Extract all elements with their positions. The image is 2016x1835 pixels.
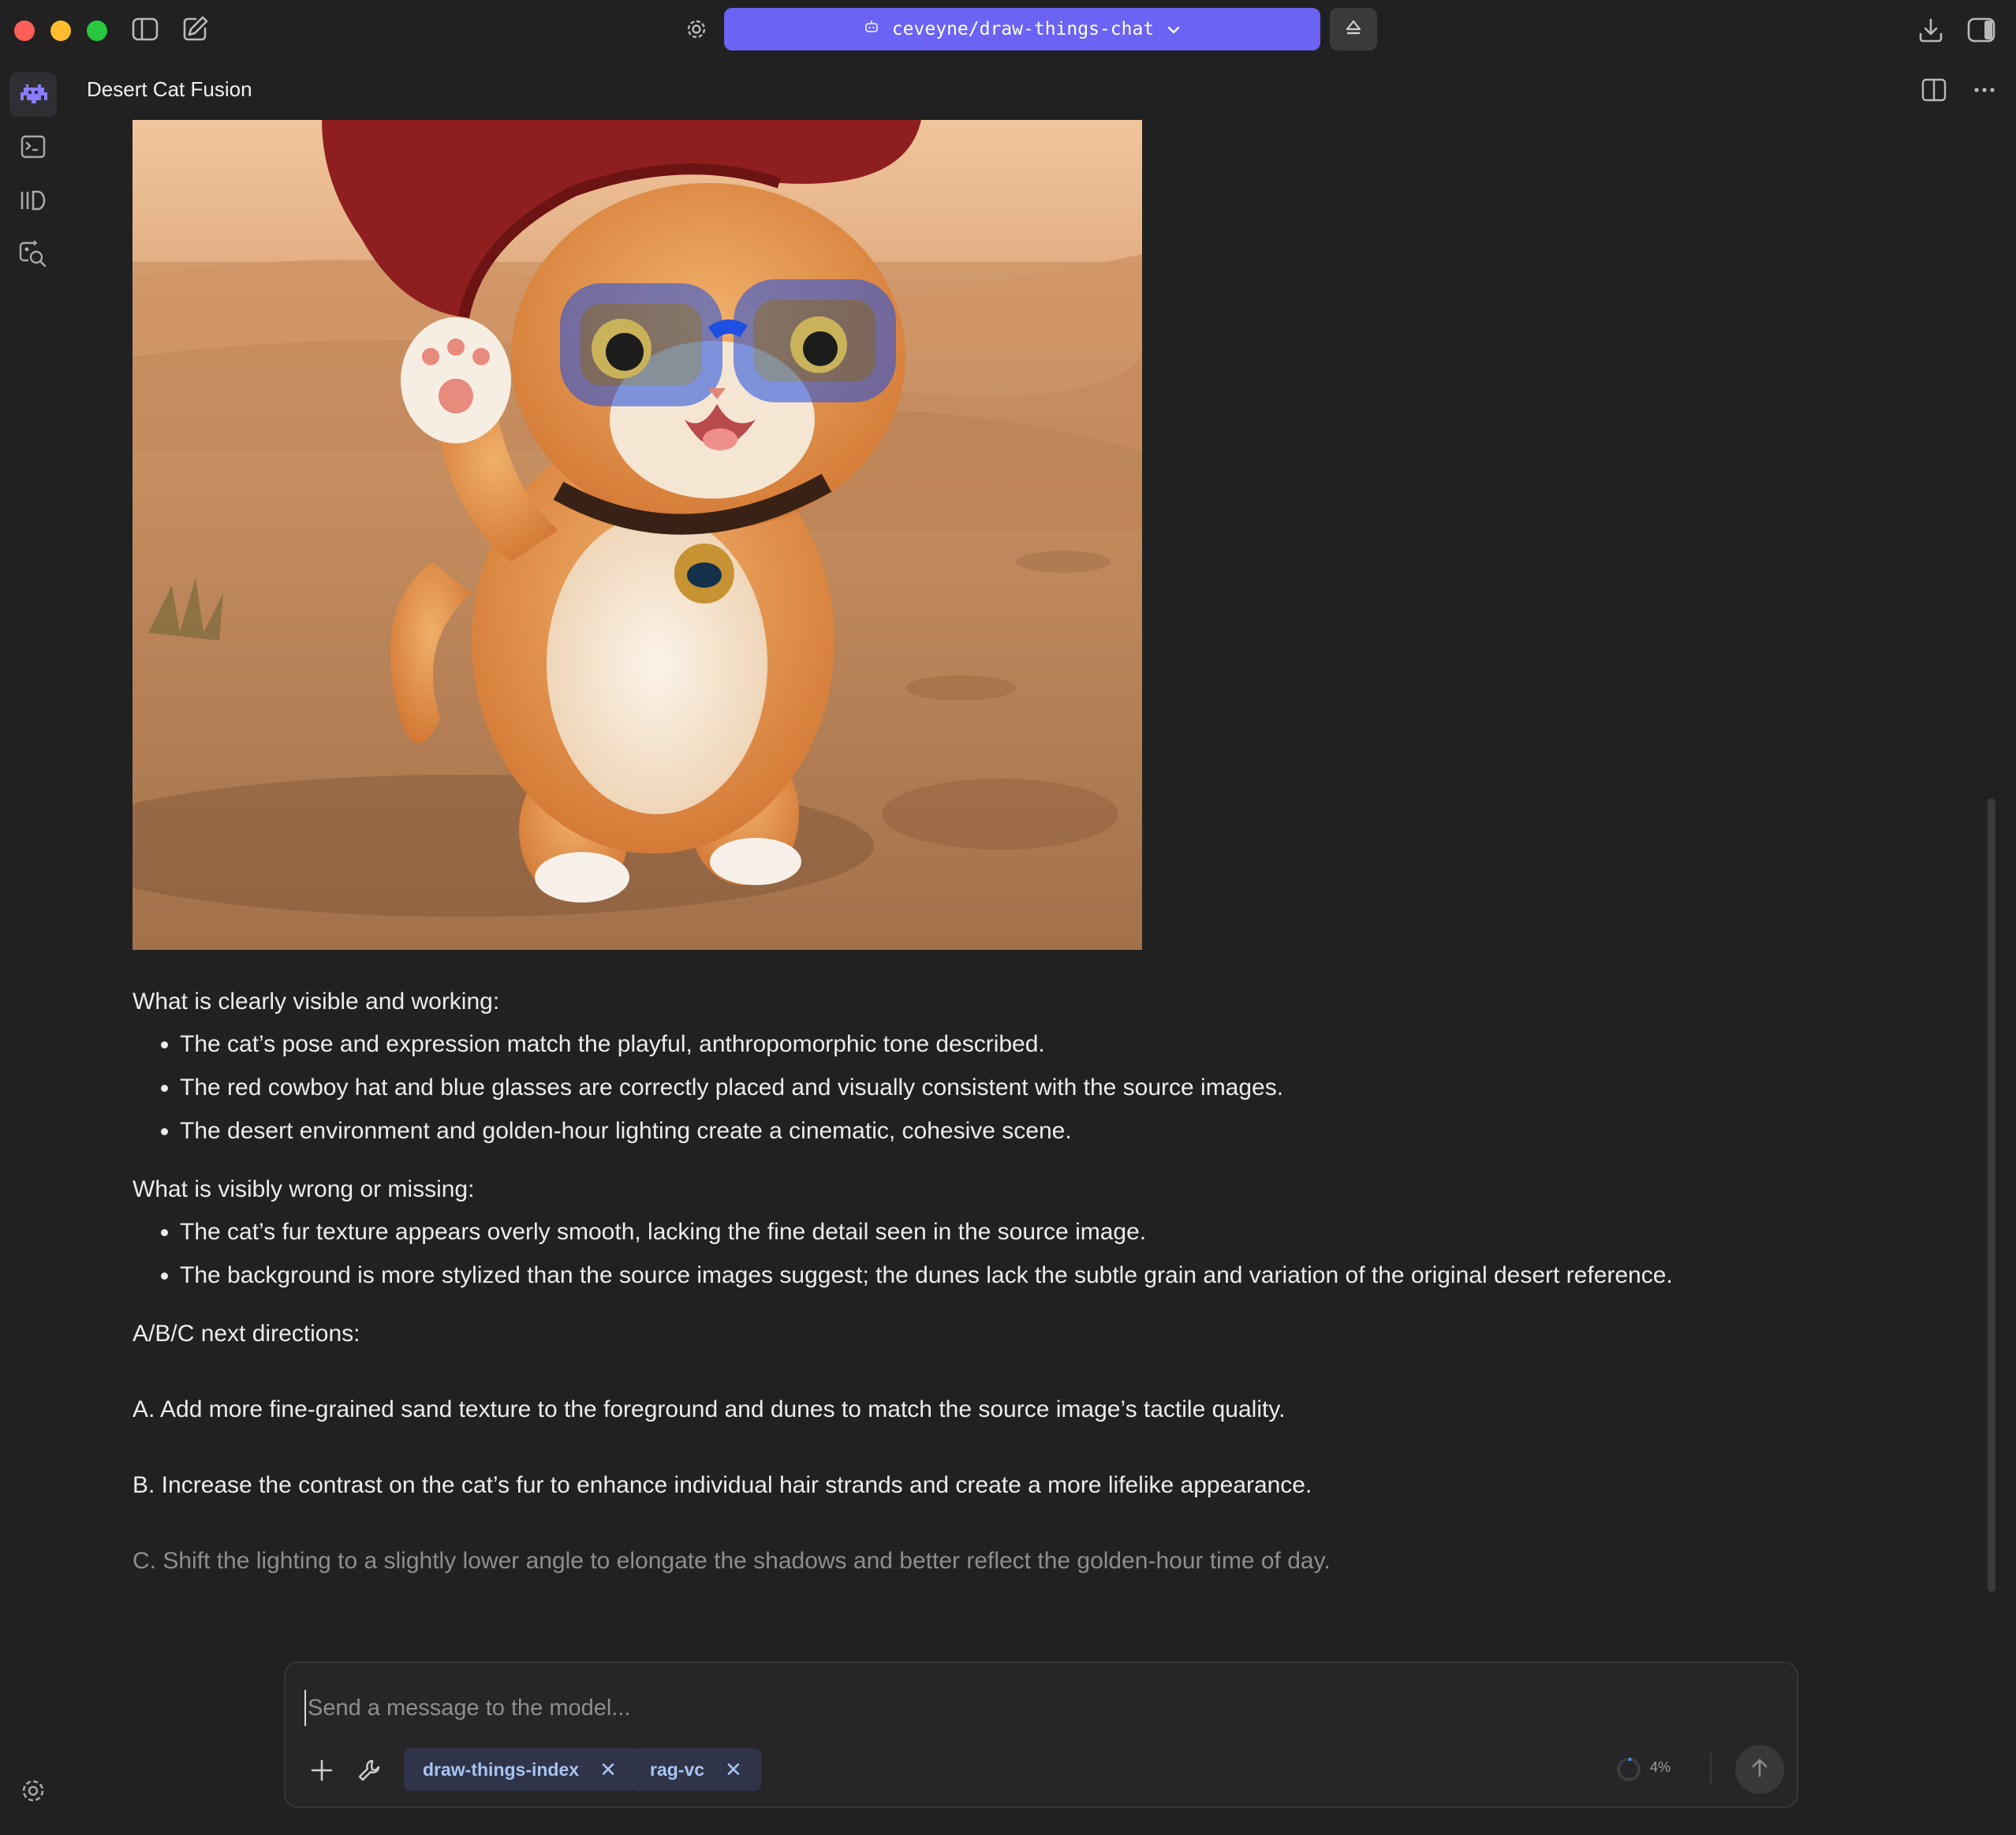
split-view-icon[interactable] (1918, 74, 1950, 106)
settings-icon[interactable] (683, 16, 710, 43)
eject-icon (1345, 19, 1362, 40)
working-list: The cat’s pose and expression match the … (133, 1029, 1907, 1147)
scrollbar[interactable] (1988, 798, 1995, 1592)
section-heading: What is visibly wrong or missing: (133, 1176, 475, 1202)
window-close-button[interactable] (14, 21, 35, 41)
window-maximize-button[interactable] (87, 21, 107, 41)
plus-icon[interactable] (306, 1755, 338, 1786)
send-icon (1749, 1757, 1771, 1783)
divider (1710, 1753, 1712, 1785)
close-icon[interactable]: ✕ (725, 1759, 742, 1780)
message-input[interactable] (304, 1690, 1650, 1726)
title-bar: ceveyne/draw-things-chat (0, 0, 2016, 58)
compose-icon[interactable] (180, 13, 211, 44)
gear-icon (20, 1777, 47, 1808)
direction-c: C. Shift the lighting to a slightly lowe… (133, 1548, 1331, 1574)
assistant-message: What is clearly visible and working: The… (133, 986, 1907, 1577)
rail-search-images-button[interactable] (9, 234, 57, 278)
tool-chip-draw-things-index[interactable]: draw-things-index ✕ (404, 1748, 636, 1791)
eject-button[interactable] (1330, 8, 1377, 50)
tool-chip-label: draw-things-index (423, 1758, 580, 1780)
library-icon (19, 189, 47, 216)
model-icon (864, 19, 879, 39)
wrong-list: The cat’s fur texture appears overly smo… (133, 1216, 1907, 1291)
generated-image[interactable] (133, 120, 1142, 950)
rail-chat-button[interactable] (9, 73, 57, 117)
tools-icon[interactable] (353, 1755, 385, 1786)
list-item: The background is more stylized than the… (180, 1260, 1907, 1291)
list-item: The cat’s fur texture appears overly smo… (180, 1216, 1907, 1248)
model-selector[interactable]: ceveyne/draw-things-chat (724, 8, 1320, 50)
message-composer: draw-things-index ✕ rag-vc ✕ 4% (284, 1661, 1798, 1808)
app-window: ceveyne/draw-things-chat Desert Cat Fusi… (0, 0, 2016, 1835)
direction-a: A. Add more fine-grained sand texture to… (133, 1396, 1286, 1422)
search-images-icon (17, 238, 49, 274)
rail-library-button[interactable] (9, 180, 57, 224)
list-item: The cat’s pose and expression match the … (180, 1029, 1907, 1060)
tool-chip-rag-vc[interactable]: rag-vc ✕ (631, 1748, 761, 1791)
list-item: The desert environment and golden-hour l… (180, 1116, 1907, 1147)
context-usage-percent: 4% (1650, 1759, 1671, 1775)
close-icon[interactable]: ✕ (599, 1759, 617, 1780)
context-usage-ring (1615, 1756, 1642, 1787)
rail-terminal-button[interactable] (9, 126, 57, 170)
terminal-icon (21, 135, 46, 163)
send-button[interactable] (1735, 1745, 1784, 1794)
app-logo-icon (17, 81, 49, 109)
direction-b: B. Increase the contrast on the cat’s fu… (133, 1472, 1312, 1498)
sidebar-toggle-icon[interactable] (129, 16, 161, 43)
window-minimize-button[interactable] (50, 21, 71, 41)
tool-chip-label: rag-vc (650, 1758, 705, 1780)
more-icon[interactable] (1969, 74, 2000, 106)
right-panel-icon[interactable] (1966, 14, 1997, 46)
rail-settings-button[interactable] (9, 1770, 57, 1814)
model-name: ceveyne/draw-things-chat (891, 19, 1155, 39)
chevron-down-icon (1167, 19, 1181, 39)
chat-title: Desert Cat Fusion (87, 77, 252, 101)
cat-in-desert-illustration (133, 120, 1142, 950)
download-icon[interactable] (1915, 14, 1947, 46)
section-heading: A/B/C next directions: (133, 1321, 360, 1347)
section-heading: What is clearly visible and working: (133, 989, 500, 1015)
list-item: The red cowboy hat and blue glasses are … (180, 1072, 1907, 1104)
